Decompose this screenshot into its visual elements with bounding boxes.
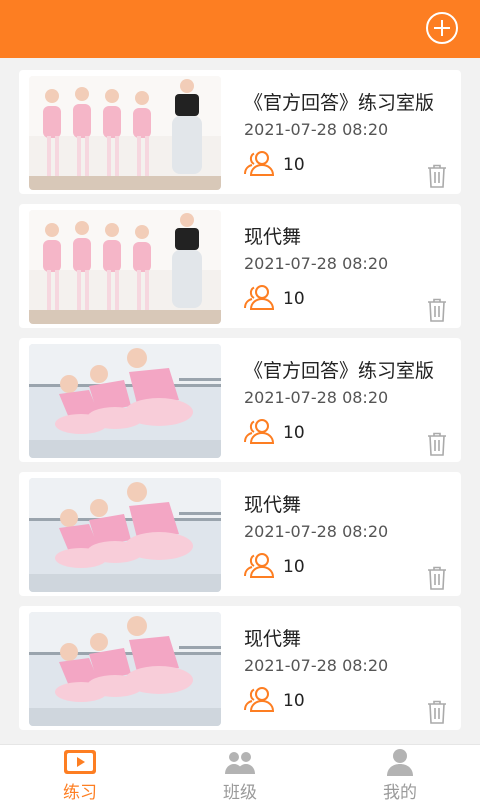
person-icon xyxy=(387,749,413,776)
tab-label: 班级 xyxy=(223,783,257,800)
thumbnail-image[interactable] xyxy=(29,612,221,726)
tab-mine[interactable]: 我的 xyxy=(340,745,460,800)
people-icon xyxy=(244,687,275,712)
tab-class[interactable]: 班级 xyxy=(180,745,300,800)
people-icon xyxy=(244,285,275,310)
practice-list[interactable]: 《官方回答》练习室版 2021-07-28 08:20 10 现代舞 2021-… xyxy=(0,58,480,744)
item-date: 2021-07-28 08:20 xyxy=(244,388,389,407)
item-title: 现代舞 xyxy=(244,494,302,516)
item-title: 现代舞 xyxy=(244,628,302,650)
item-date: 2021-07-28 08:20 xyxy=(244,522,389,541)
trash-icon[interactable] xyxy=(427,700,447,724)
list-item[interactable]: 现代舞 2021-07-28 08:20 10 xyxy=(19,204,461,328)
member-count: 10 xyxy=(283,289,305,309)
thumbnail-image[interactable] xyxy=(29,478,221,592)
top-bar xyxy=(0,0,480,58)
member-count: 10 xyxy=(283,155,305,175)
item-title: 《官方回答》练习室版 xyxy=(244,92,435,114)
tab-practice[interactable]: 练习 xyxy=(20,745,140,800)
tab-label: 练习 xyxy=(63,783,97,800)
list-item[interactable]: 现代舞 2021-07-28 08:20 10 xyxy=(19,472,461,596)
member-count: 10 xyxy=(283,691,305,711)
video-play-icon xyxy=(64,750,96,774)
plus-circle-icon[interactable] xyxy=(426,12,458,44)
thumbnail-image[interactable] xyxy=(29,210,221,324)
trash-icon[interactable] xyxy=(427,566,447,590)
people-icon xyxy=(244,151,275,176)
thumbnail-image[interactable] xyxy=(29,344,221,458)
people-icon xyxy=(244,419,275,444)
list-item[interactable]: 《官方回答》练习室版 2021-07-28 08:20 10 xyxy=(19,338,461,462)
list-item[interactable]: 现代舞 2021-07-28 08:20 10 xyxy=(19,606,461,730)
bottom-tab-bar: 练习 班级 我的 xyxy=(0,744,480,800)
trash-icon[interactable] xyxy=(427,432,447,456)
member-count: 10 xyxy=(283,557,305,577)
item-date: 2021-07-28 08:20 xyxy=(244,656,389,675)
item-date: 2021-07-28 08:20 xyxy=(244,254,389,273)
trash-icon[interactable] xyxy=(427,298,447,322)
thumbnail-image[interactable] xyxy=(29,76,221,190)
list-item[interactable]: 《官方回答》练习室版 2021-07-28 08:20 10 xyxy=(19,70,461,194)
people-icon xyxy=(244,553,275,578)
trash-icon[interactable] xyxy=(427,164,447,188)
item-title: 现代舞 xyxy=(244,226,302,248)
member-count: 10 xyxy=(283,423,305,443)
group-icon xyxy=(225,752,255,774)
item-title: 《官方回答》练习室版 xyxy=(244,360,435,382)
item-date: 2021-07-28 08:20 xyxy=(244,120,389,139)
tab-label: 我的 xyxy=(383,783,417,800)
